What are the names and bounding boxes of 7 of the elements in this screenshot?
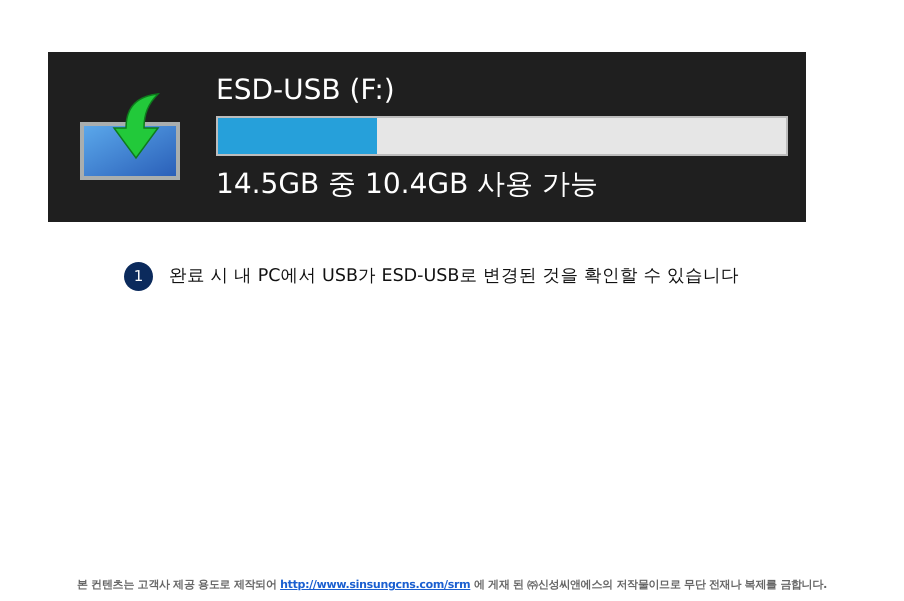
step-text: 완료 시 내 PC에서 USB가 ESD-USB로 변경된 것을 확인할 수 있습니다 <box>169 265 740 288</box>
website-link[interactable]: http://www.sinsungcns.com/srm <box>280 578 470 591</box>
download-drive-icon <box>78 92 182 182</box>
storage-caption: 14.5GB 중 10.4GB 사용 가능 <box>216 170 600 198</box>
step-number: 1 <box>124 262 153 291</box>
drive-name: ESD-USB (F:) <box>216 76 396 104</box>
copyright-notice: 본 컨텐츠는 고객사 제공 용도로 제작되어 http://www.sinsungcns.com/srm 에 게재 된 ㈜신성씨앤에스의 저작물이므로 무단 전재나 복제를 금합니다. <box>76 577 828 593</box>
